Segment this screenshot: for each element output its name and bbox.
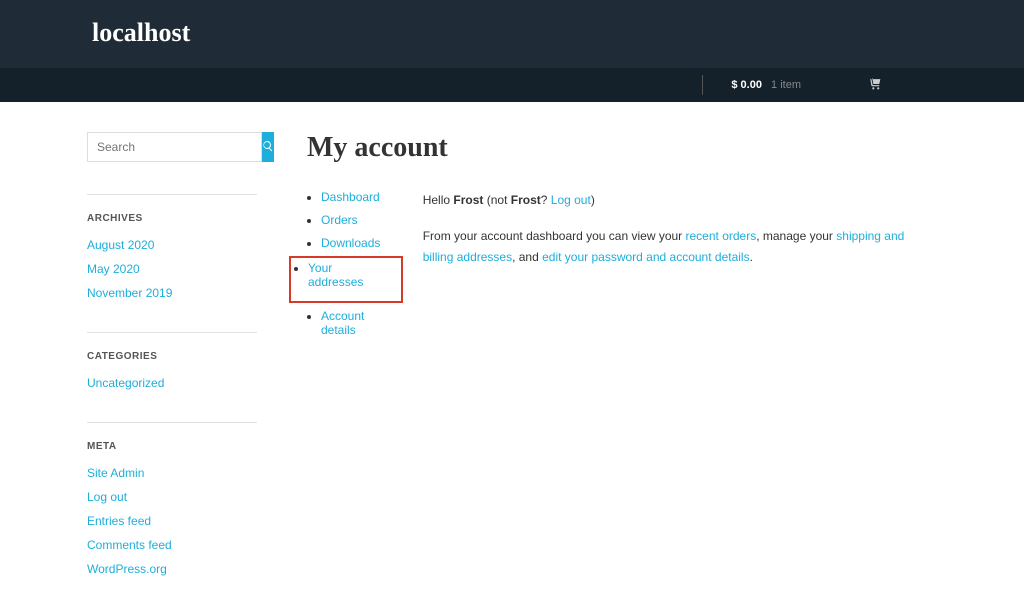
- search-form: [87, 132, 257, 162]
- cart-divider: [702, 75, 703, 95]
- recent-orders-link[interactable]: recent orders: [686, 229, 757, 243]
- search-input[interactable]: [87, 132, 262, 162]
- meta-link[interactable]: WordPress.org: [87, 562, 167, 576]
- category-link[interactable]: Uncategorized: [87, 376, 164, 390]
- categories-heading: CATEGORIES: [87, 351, 257, 362]
- meta-link[interactable]: Log out: [87, 490, 127, 504]
- archive-link[interactable]: May 2020: [87, 262, 140, 276]
- site-header: localhost: [0, 0, 1024, 68]
- main-content: My account Dashboard Orders Downloads Yo…: [307, 132, 937, 586]
- archives-list: August 2020 May 2020 November 2019: [87, 238, 257, 300]
- meta-link[interactable]: Comments feed: [87, 538, 172, 552]
- account-nav: Dashboard Orders Downloads Your addresse…: [307, 190, 383, 346]
- page-title: My account: [307, 132, 937, 164]
- cart-bar: $ 0.00 1 item: [0, 68, 1024, 102]
- archive-link[interactable]: August 2020: [87, 238, 154, 252]
- dashboard-content: Hello Frost (not Frost? Log out) From yo…: [423, 190, 937, 346]
- meta-link[interactable]: Entries feed: [87, 514, 151, 528]
- cart-icon[interactable]: [869, 77, 882, 93]
- edit-account-link[interactable]: edit your password and account details: [542, 250, 749, 264]
- archives-heading: ARCHIVES: [87, 213, 257, 224]
- meta-link[interactable]: Site Admin: [87, 466, 144, 480]
- nav-dashboard[interactable]: Dashboard: [321, 190, 380, 204]
- cart-summary[interactable]: $ 0.00 1 item: [731, 79, 801, 91]
- nav-downloads[interactable]: Downloads: [321, 236, 380, 250]
- nav-orders[interactable]: Orders: [321, 213, 358, 227]
- divider: [87, 332, 257, 333]
- sidebar: ARCHIVES August 2020 May 2020 November 2…: [87, 132, 257, 586]
- divider: [87, 422, 257, 423]
- meta-list: Site Admin Log out Entries feed Comments…: [87, 466, 257, 576]
- archive-link[interactable]: November 2019: [87, 286, 172, 300]
- site-title[interactable]: localhost: [92, 18, 932, 48]
- divider: [87, 194, 257, 195]
- nav-addresses[interactable]: Your addresses: [308, 261, 363, 289]
- search-button[interactable]: [262, 132, 274, 162]
- categories-list: Uncategorized: [87, 376, 257, 390]
- meta-heading: META: [87, 441, 257, 452]
- logout-link[interactable]: Log out: [551, 193, 591, 207]
- nav-account-details[interactable]: Account details: [321, 309, 364, 337]
- highlighted-box: Your addresses: [289, 256, 403, 303]
- search-icon: [262, 140, 274, 155]
